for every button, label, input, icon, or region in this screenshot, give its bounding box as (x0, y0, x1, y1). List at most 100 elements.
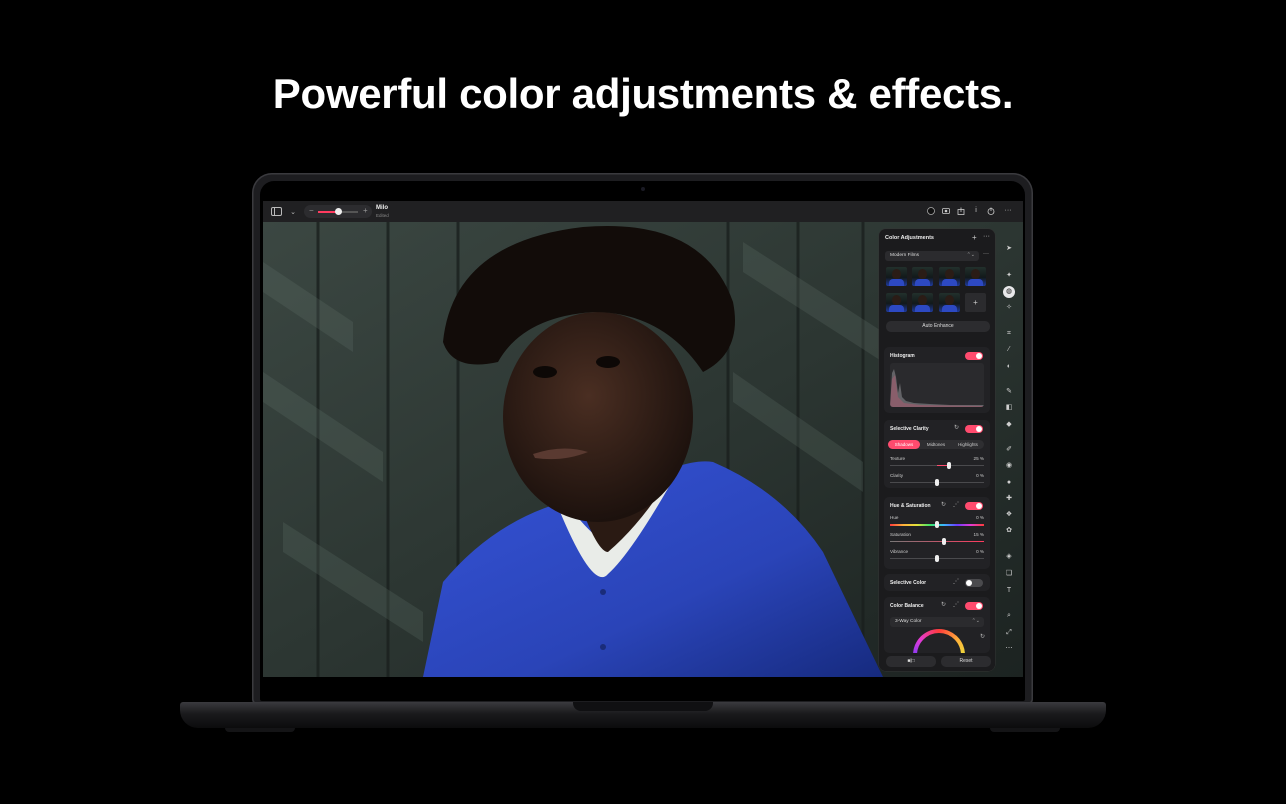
text-icon[interactable]: T (1003, 586, 1015, 596)
selective-clarity-title: Selective Clarity (890, 426, 929, 432)
color-balance-mode-select[interactable]: 3-Way Color ⌃⌄ (890, 617, 984, 627)
sidebar-icon[interactable] (271, 206, 282, 217)
pointer-icon[interactable]: ➤ (1003, 244, 1015, 254)
more-icon[interactable]: ⋯ (1003, 644, 1015, 654)
color-dot-icon[interactable] (927, 207, 935, 215)
add-adjustment-button[interactable]: + (972, 233, 977, 242)
preset-thumbnail[interactable] (912, 267, 933, 286)
magic-wand-icon[interactable]: ⁄ (1003, 345, 1015, 355)
hue-saturation-toggle[interactable] (965, 502, 983, 510)
color-balance-title: Color Balance (890, 603, 924, 609)
selective-clarity-section: Selective Clarity ↻ Shadows Midtones Hig… (884, 420, 990, 488)
select-arrows-icon: ⌃⌄ (966, 252, 975, 258)
eyedropper-icon[interactable]: ⋰ (953, 578, 959, 585)
headline: Powerful color adjustments & effects. (272, 70, 1014, 117)
tab-highlights[interactable]: Highlights (952, 440, 984, 449)
compare-button[interactable]: ■|□ (886, 656, 936, 667)
star-icon[interactable]: ✧ (1003, 303, 1015, 313)
zoom-out-icon[interactable]: − (309, 206, 314, 215)
preset-thumbnail[interactable] (912, 293, 933, 312)
smudge-icon[interactable]: ✿ (1003, 526, 1015, 536)
paint-icon[interactable]: ✦ (1003, 271, 1015, 281)
export-icon[interactable] (987, 207, 995, 215)
shape-fill-icon[interactable]: ◈ (1003, 552, 1015, 562)
tab-shadows[interactable]: Shadows (888, 440, 920, 449)
color-adjust-icon[interactable]: ◍ (1003, 286, 1015, 298)
saturation-knob[interactable] (942, 538, 947, 545)
toolbar: ⌄ − + Milo Edited i ··· (263, 201, 1023, 222)
zoom-slider[interactable]: − + (304, 205, 372, 218)
more-icon[interactable]: ··· (1004, 207, 1012, 215)
vibrance-knob[interactable] (935, 555, 939, 562)
selective-color-title: Selective Color (890, 580, 927, 586)
eyedropper-icon[interactable]: ⋰ (953, 601, 959, 608)
reset-icon[interactable]: ↻ (954, 424, 959, 431)
histogram-toggle[interactable] (965, 352, 983, 360)
blend-icon[interactable]: ◐ (1003, 362, 1015, 372)
hue-knob[interactable] (935, 521, 939, 528)
texture-label: Texture (890, 456, 906, 461)
reset-button[interactable]: Reset (941, 656, 991, 667)
color-wheel[interactable] (913, 629, 965, 653)
crop-select-icon[interactable]: ⌗ (1003, 329, 1015, 339)
zoom-track[interactable] (318, 208, 358, 215)
reset-icon[interactable]: ↻ (980, 633, 985, 640)
fill-icon[interactable]: ◆ (1003, 420, 1015, 430)
color-balance-section: Color Balance ↻ ⋰ 3-Way Color ⌃⌄ ↻ (884, 597, 990, 653)
eyedropper-icon[interactable]: ⋰ (953, 501, 959, 508)
tab-midtones[interactable]: Midtones (920, 440, 952, 449)
hue-label: Hue (890, 515, 899, 520)
info-icon[interactable]: i (972, 207, 980, 215)
share-icon[interactable] (957, 207, 965, 215)
preset-thumbnail[interactable] (886, 293, 907, 312)
selective-color-section: Selective Color ⋰ (884, 574, 990, 591)
eraser-fill-icon[interactable]: ◧ (1003, 403, 1015, 413)
clarity-knob[interactable] (935, 479, 939, 486)
chevron-down-icon[interactable]: ⌄ (289, 206, 297, 217)
histogram-title: Histogram (890, 353, 915, 359)
selective-clarity-toggle[interactable] (965, 425, 983, 433)
app-window: ⌄ − + Milo Edited i ··· Color Adjustment… (263, 201, 1023, 677)
brush-icon[interactable]: ✎ (1003, 387, 1015, 397)
zoom-icon[interactable]: ⌕ (1003, 611, 1015, 621)
add-preset-button[interactable]: + (965, 293, 986, 312)
laptop-foot-left (225, 728, 295, 732)
vibrance-slider[interactable] (890, 555, 984, 562)
reset-icon[interactable]: ↻ (941, 601, 946, 608)
preset-thumbnail[interactable] (886, 267, 907, 286)
preset-thumbnail[interactable] (939, 267, 960, 286)
gradient-icon[interactable]: ◉ (1003, 461, 1015, 471)
heal-icon[interactable]: ✚ (1003, 494, 1015, 504)
saturation-label: Saturation (890, 532, 911, 537)
clarity-slider[interactable] (890, 479, 984, 486)
texture-value: 25 % (973, 456, 984, 461)
panel-footer: ■|□ Reset (879, 653, 995, 671)
transform-icon[interactable]: ⤢ (1003, 628, 1015, 638)
selective-color-toggle[interactable] (965, 579, 983, 587)
camera-dot (641, 187, 645, 191)
preset-thumbnail[interactable] (939, 293, 960, 312)
preset-thumbnail[interactable] (965, 267, 986, 286)
panel-more-button[interactable]: ··· (983, 233, 990, 240)
reset-icon[interactable]: ↻ (941, 501, 946, 508)
preset-more-button[interactable]: ··· (983, 251, 989, 257)
histogram-section: Histogram (884, 347, 990, 413)
color-balance-toggle[interactable] (965, 602, 983, 610)
hue-slider[interactable] (890, 521, 984, 528)
photo-icon[interactable] (942, 207, 950, 215)
clone-icon[interactable]: ● (1003, 478, 1015, 488)
document-status: Edited (376, 213, 389, 218)
texture-knob[interactable] (946, 462, 951, 469)
retouch-icon[interactable]: ❖ (1003, 510, 1015, 520)
preset-select[interactable]: Modern Films ⌃⌄ (885, 251, 979, 261)
vibrance-label: Vibrance (890, 549, 909, 554)
texture-slider[interactable] (890, 462, 984, 469)
pencil-icon[interactable]: ✐ (1003, 445, 1015, 455)
saturation-slider[interactable] (890, 538, 984, 545)
select-arrows-icon: ⌃⌄ (971, 618, 980, 624)
zoom-in-icon[interactable]: + (363, 206, 368, 215)
hue-saturation-title: Hue & Saturation (890, 503, 931, 509)
layers-icon[interactable]: ❏ (1003, 569, 1015, 579)
auto-enhance-button[interactable]: Auto Enhance (886, 321, 990, 332)
zoom-knob[interactable] (334, 208, 342, 215)
